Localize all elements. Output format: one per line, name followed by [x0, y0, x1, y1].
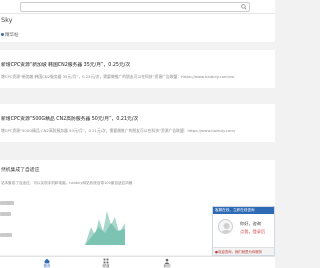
news-title[interactable]: 然机集成了自适应: [1, 166, 39, 173]
post-desc: 增CPC资源“500G精品 CN2高防服务器 50元/月”，0.21元/次，需要…: [1, 128, 236, 133]
top-bar: [0, 0, 275, 21]
nav-label: 我的: [163, 264, 171, 268]
chat-header[interactable]: 客服在线，立即在线咨询: [213, 207, 274, 214]
blurred-line: [0, 201, 14, 205]
blurred-line: [0, 212, 11, 216]
chat-message: 你好，咨询: [240, 221, 261, 226]
chat-login-link[interactable]: 点我，登录后: [240, 229, 265, 235]
brand-section: Sky 精华帖: [0, 14, 275, 42]
subtitle-label: 精华帖: [5, 33, 19, 38]
post-title[interactable]: 新增CPC资源“500G精品 CN2高防服务器 50元/月”，0.21元/次: [1, 115, 138, 122]
nav-label: 频道: [102, 264, 110, 268]
post-card[interactable]: 新增CPC资源“500G精品 CN2高防服务器 50元/月”，0.21元/次 增…: [0, 104, 275, 142]
bullet-icon: [1, 33, 4, 36]
user-icon: [221, 223, 232, 233]
search-box[interactable]: [20, 2, 250, 21]
search-icon[interactable]: [241, 4, 247, 10]
news-desc: 站本集成了自适应，可以实现手机和电脑，haiduly网站系统自带100套自适应风…: [1, 181, 133, 185]
chart-image: [85, 211, 125, 245]
chat-footer[interactable]: ●欢迎咨询，我们就是为你服务: [213, 247, 274, 255]
post-card[interactable]: 新增CPC资源“新加坡 韩国CN2服务器 35元/月”，0.25元/次 增CPC…: [0, 50, 275, 88]
chat-widget[interactable]: 客服在线，立即在线咨询 你好，咨询 点我，登录后 ●欢迎咨询，我们就是为你服务: [212, 206, 275, 256]
bottom-nav: 首页 频道 我的: [0, 256, 275, 268]
post-title[interactable]: 新增CPC资源“新加坡 韩国CN2服务器 35元/月”，0.25元/次: [1, 61, 130, 68]
nav-item-channel[interactable]: 频道: [91, 257, 121, 268]
nav-label: 首页: [43, 264, 51, 268]
brand-subtitle[interactable]: 精华帖: [1, 32, 19, 38]
avatar: [218, 219, 233, 234]
blurred-line: [0, 233, 12, 237]
site-title: Sky: [1, 16, 13, 24]
post-desc: 增CPC资源“新加坡 韩国CN2服务器 35元/月”，0.25元/次，需要做推广…: [1, 74, 235, 79]
nav-item-home[interactable]: 首页: [32, 257, 62, 268]
nav-item-profile[interactable]: 我的: [152, 257, 182, 268]
